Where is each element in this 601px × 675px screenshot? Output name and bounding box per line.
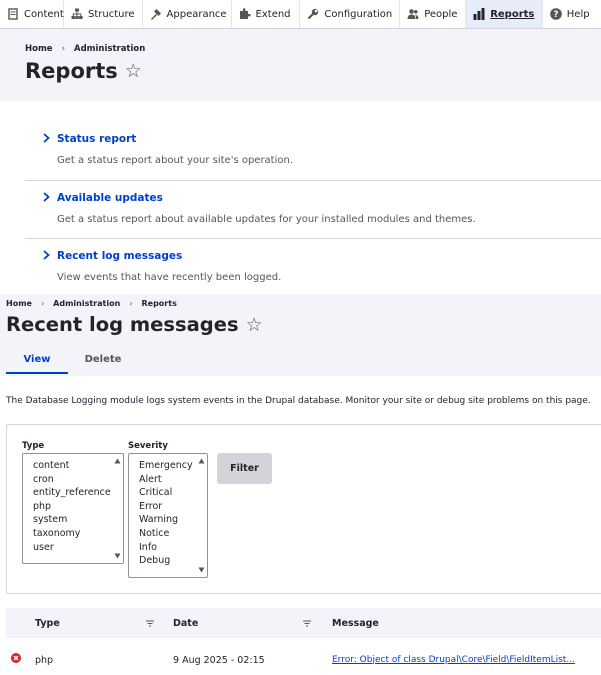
tab-delete[interactable]: Delete xyxy=(72,348,134,374)
shortcut-star-icon[interactable]: ☆ xyxy=(246,314,263,336)
sort-icon[interactable] xyxy=(303,620,311,627)
type-option[interactable]: content xyxy=(23,459,111,473)
error-icon xyxy=(11,653,21,663)
severity-option[interactable]: Notice xyxy=(129,527,193,541)
toolbar-item-appearance[interactable]: Appearance xyxy=(143,0,232,28)
content-icon xyxy=(8,8,18,20)
table-row: php 9 Aug 2025 - 02:15 Error: Object of … xyxy=(6,638,601,675)
toolbar-item-structure[interactable]: Structure xyxy=(64,0,143,28)
chevron-right-icon xyxy=(43,250,50,260)
admin-item-description: View events that have recently been logg… xyxy=(57,272,282,283)
breadcrumb-separator: › xyxy=(61,44,65,54)
page-title: Reports ☆ xyxy=(25,59,142,83)
admin-item-link[interactable]: Recent log messages xyxy=(57,250,182,262)
breadcrumb-administration[interactable]: Administration xyxy=(74,44,145,54)
type-options: content cron entity_reference php system… xyxy=(23,459,111,554)
admin-item-description: Get a status report about available upda… xyxy=(57,213,476,225)
severity-option[interactable]: Debug xyxy=(129,554,193,568)
type-option[interactable]: user xyxy=(23,541,111,555)
type-option[interactable]: system xyxy=(23,513,111,527)
toolbar-item-extend[interactable]: Extend xyxy=(232,0,301,28)
scroll-up-icon[interactable] xyxy=(114,458,121,464)
cell-type: php xyxy=(35,654,54,666)
chevron-right-icon xyxy=(43,191,50,202)
severity-options: Emergency Alert Critical Error Warning N… xyxy=(129,459,193,568)
admin-toolbar: Content Structure Appearance Extend Conf… xyxy=(0,0,601,29)
configuration-icon xyxy=(308,8,319,20)
breadcrumb: Home › Administration › Reports xyxy=(6,299,177,308)
severity-option[interactable]: Warning xyxy=(129,513,193,527)
column-header-date[interactable]: Date xyxy=(173,618,198,629)
toolbar-item-content[interactable]: Content xyxy=(0,0,64,28)
breadcrumb: Home › Administration xyxy=(25,44,145,54)
page-title: Recent log messages ☆ xyxy=(6,313,263,336)
breadcrumb-separator: › xyxy=(129,299,133,308)
breadcrumb-home[interactable]: Home xyxy=(25,44,53,54)
admin-item-link[interactable]: Available updates xyxy=(57,192,163,204)
type-option[interactable]: entity_reference xyxy=(23,486,111,500)
column-header-type[interactable]: Type xyxy=(35,618,60,629)
filter-form: Type content cron entity_reference php s… xyxy=(6,424,601,594)
type-option[interactable]: taxonomy xyxy=(23,527,111,541)
structure-icon xyxy=(71,8,83,19)
filter-button[interactable]: Filter xyxy=(217,453,272,484)
admin-item-description: Get a status report about your site's op… xyxy=(57,155,294,166)
severity-option[interactable]: Critical xyxy=(129,486,193,500)
admin-item-status-report: Status report Get a status report about … xyxy=(25,122,601,181)
severity-option[interactable]: Info xyxy=(129,541,193,555)
breadcrumb-administration[interactable]: Administration xyxy=(53,299,120,308)
admin-item-available-updates: Available updates Get a status report ab… xyxy=(25,181,601,239)
appearance-icon xyxy=(150,9,161,20)
toolbar-item-people[interactable]: People xyxy=(400,0,467,28)
type-filter-select[interactable]: content cron entity_reference php system… xyxy=(22,453,124,564)
severity-option[interactable]: Error xyxy=(129,500,193,514)
breadcrumb-separator: › xyxy=(40,299,45,308)
tab-view[interactable]: View xyxy=(6,348,68,374)
log-table: Type Date Message php 9 Aug 2025 - 02:15… xyxy=(6,608,601,675)
breadcrumb-reports[interactable]: Reports xyxy=(141,299,176,308)
scroll-up-icon[interactable] xyxy=(198,458,205,464)
breadcrumb-home[interactable]: Home xyxy=(6,299,32,308)
shortcut-star-icon[interactable]: ☆ xyxy=(125,60,142,82)
type-option[interactable]: cron xyxy=(23,473,111,487)
scroll-down-icon[interactable] xyxy=(198,567,205,573)
severity-option[interactable]: Emergency xyxy=(129,459,193,473)
cell-message-link[interactable]: Error: Object of class Drupal\Core\Field… xyxy=(332,655,575,665)
type-filter-label: Type xyxy=(22,441,45,451)
admin-item-recent-log-messages: Recent log messages View events that hav… xyxy=(25,239,601,297)
reports-icon xyxy=(473,8,485,20)
toolbar-item-reports[interactable]: Reports xyxy=(466,0,543,28)
svg-text:?: ? xyxy=(553,10,558,20)
severity-option[interactable]: Alert xyxy=(129,473,193,487)
help-icon: ? xyxy=(549,8,562,20)
toolbar-item-configuration[interactable]: Configuration xyxy=(300,0,401,28)
column-header-message: Message xyxy=(332,618,379,629)
admin-item-list: Status report Get a status report about … xyxy=(25,122,601,297)
intro-text: The Database Logging module logs system … xyxy=(6,396,591,406)
chevron-right-icon xyxy=(43,133,50,143)
severity-filter-label: Severity xyxy=(128,441,168,451)
sort-icon[interactable] xyxy=(146,620,154,627)
local-tabs: View Delete xyxy=(6,348,134,374)
severity-filter-select[interactable]: Emergency Alert Critical Error Warning N… xyxy=(128,453,208,578)
type-option[interactable]: php xyxy=(23,500,111,514)
scroll-down-icon[interactable] xyxy=(114,553,121,559)
people-icon xyxy=(407,9,419,19)
admin-item-link[interactable]: Status report xyxy=(57,133,136,145)
table-header-row: Type Date Message xyxy=(6,608,601,638)
cell-date: 9 Aug 2025 - 02:15 xyxy=(173,654,265,666)
extend-icon xyxy=(239,8,251,19)
toolbar-item-help[interactable]: ? Help xyxy=(543,0,601,28)
